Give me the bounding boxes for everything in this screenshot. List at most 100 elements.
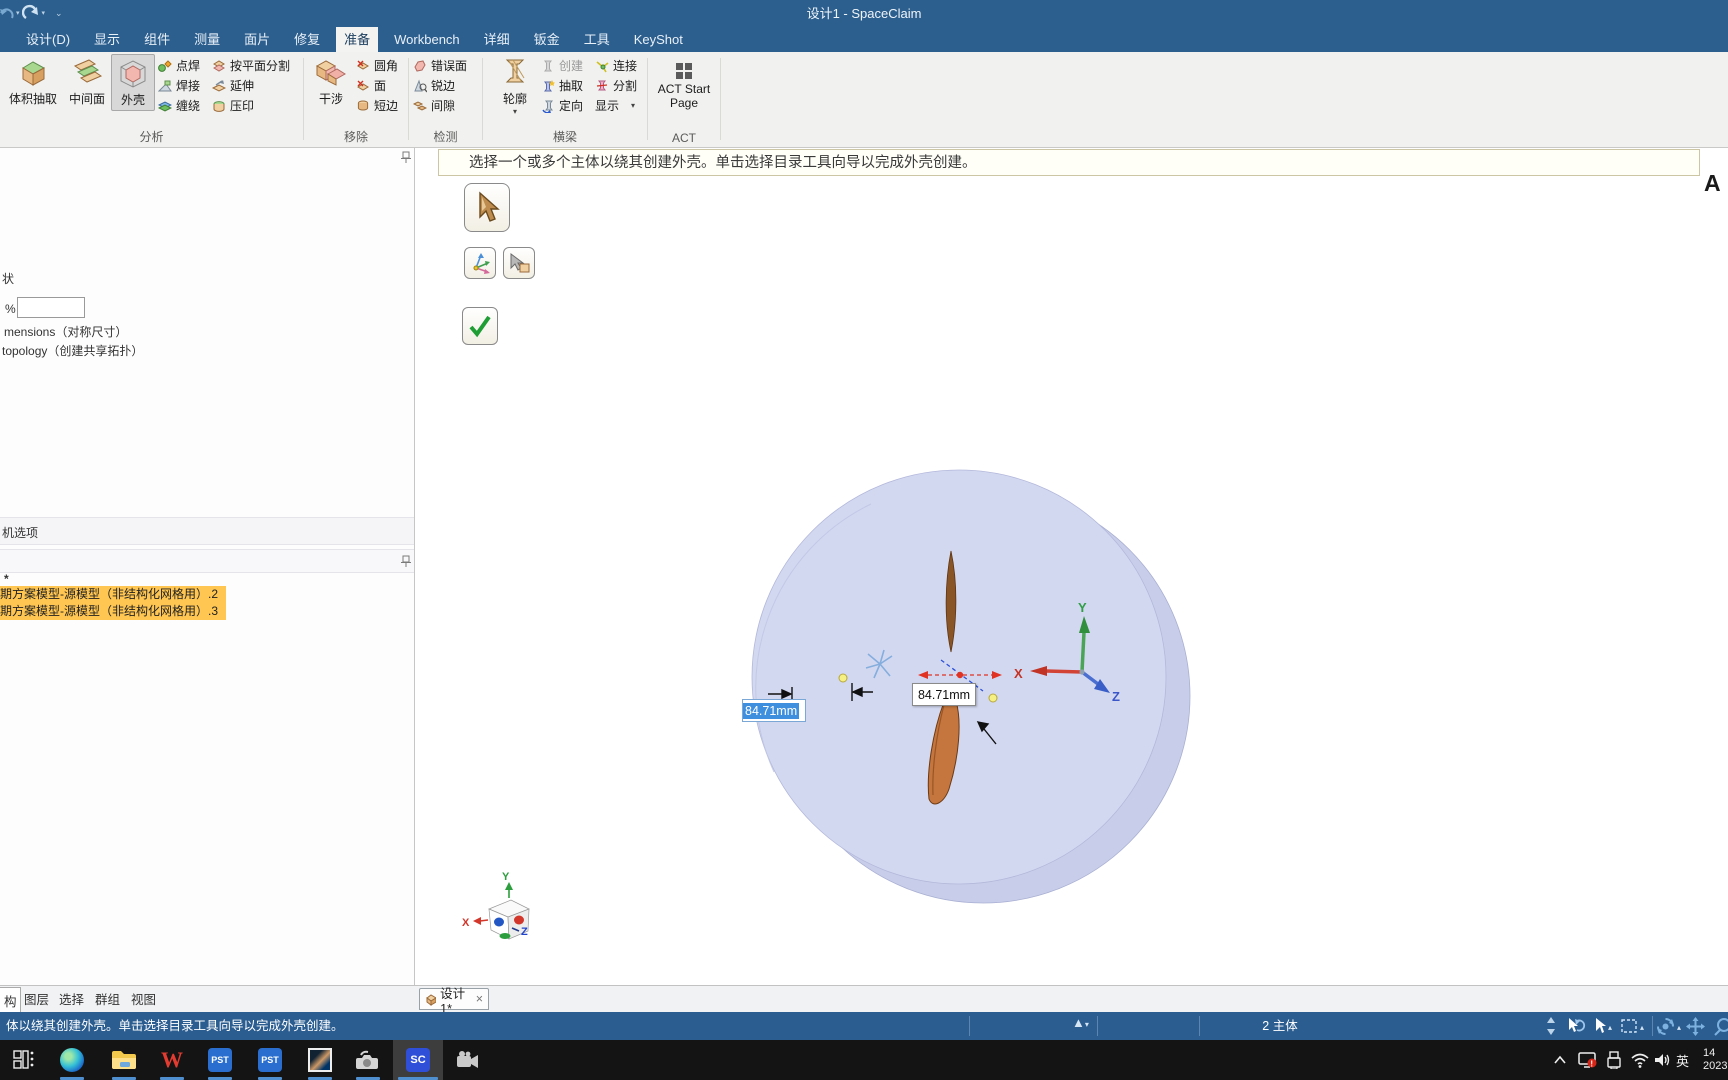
options-section-header-strip: 机选项 [0, 517, 414, 545]
scene-3d[interactable]: Y X Z Y X Z [416, 148, 1728, 985]
option-symmetric-dimensions[interactable]: mensions（对称尺寸） [4, 323, 127, 340]
shell-button[interactable]: 外壳 [111, 54, 155, 111]
status-bar: 体以绕其创建外壳。单击选择目录工具向导以完成外壳创建。 ▲▾ 2 主体 ▴ ▴ … [0, 1012, 1728, 1040]
tab-repair[interactable]: 修复 [286, 27, 328, 52]
orbit-dropdown-icon[interactable]: ▴ [1677, 1023, 1681, 1032]
spot-weld-button[interactable]: 点焊 [158, 57, 200, 74]
interference-button[interactable]: 干涉 [308, 56, 354, 107]
tab-workbench[interactable]: Workbench [386, 27, 468, 52]
taskbar-camcorder-icon[interactable] [448, 1040, 488, 1080]
highlighted-row-1[interactable]: 期方案模型-源模型（非结构化网格用）.2 [0, 586, 226, 603]
tab-prepare[interactable]: 准备 [336, 27, 379, 52]
imprint-button[interactable]: 压印 [212, 97, 290, 114]
tray-volume-icon[interactable] [1654, 1040, 1672, 1080]
beam-display-button[interactable]: 显示 ▾ [595, 97, 637, 114]
tab-tools[interactable]: 工具 [576, 27, 618, 52]
taskbar-edge-icon[interactable] [52, 1040, 92, 1080]
volume-extract-button[interactable]: 体积抽取 [6, 56, 60, 107]
dimension-input[interactable]: 84.71mm [742, 699, 806, 722]
tray-usb-icon[interactable] [1606, 1040, 1622, 1080]
nav-cube[interactable]: Y X Z [462, 871, 530, 940]
remove-short-edge-icon [357, 100, 369, 110]
snap-point-left [838, 673, 848, 683]
box-select-dropdown-icon[interactable]: ▴ [1640, 1023, 1644, 1032]
tab-assembly[interactable]: 组件 [136, 27, 178, 52]
tab-detail[interactable]: 详细 [476, 27, 518, 52]
tab-facets[interactable]: 面片 [236, 27, 278, 52]
panel-pin-icon[interactable] [400, 151, 412, 164]
zoom-button[interactable] [1712, 1017, 1728, 1041]
triad-x-label: X [1014, 666, 1023, 681]
tray-chevron-icon[interactable] [1553, 1040, 1567, 1080]
taskbar-explorer-icon[interactable] [104, 1040, 144, 1080]
window-title: 设计1 - SpaceClaim [806, 6, 922, 21]
title-bar: ▾ ▾ ⌄ 设计1 - SpaceClaim [0, 0, 1728, 27]
tray-ime-indicator[interactable]: 英 [1676, 1040, 1689, 1080]
taskbar-pst-icon-2[interactable]: PST [250, 1040, 290, 1080]
beam-create-button: 创建 [541, 57, 583, 74]
percent-input[interactable] [17, 297, 85, 318]
beam-connect-button[interactable]: 连接 [595, 57, 637, 74]
remove-short-edge-button[interactable]: 短边 [356, 97, 398, 114]
taskbar-pst-icon-1[interactable]: PST [200, 1040, 240, 1080]
tab-sheetmetal[interactable]: 钣金 [526, 27, 568, 52]
midsurface-button[interactable]: 中间面 [62, 56, 112, 107]
status-message: 体以绕其创建外壳。单击选择目录工具向导以完成外壳创建。 [6, 1019, 344, 1033]
selection-info: 2 主体 [1262, 1019, 1298, 1033]
panel-tab-structure[interactable]: 构 [0, 987, 21, 1012]
panel-tab-views[interactable]: 视图 [131, 989, 156, 1008]
act-start-page-button[interactable]: ACT Start Page [652, 62, 716, 110]
ribbon-group-analysis: 体积抽取 中间面 外壳 点焊 焊接 缠绕 按平面分割 延伸 压印 分析 [0, 52, 303, 147]
pan-button[interactable] [1686, 1017, 1705, 1041]
imprint-icon [213, 100, 225, 112]
box-select-button[interactable] [1620, 1017, 1638, 1040]
error-face-button[interactable]: 错误面 [413, 57, 467, 74]
tray-clock[interactable]: 14 2023 [1703, 1040, 1728, 1080]
tab-display[interactable]: 显示 [86, 27, 128, 52]
beam-profile-button[interactable]: 轮廓 ▾ [493, 56, 537, 116]
tray-wifi-icon[interactable] [1630, 1040, 1650, 1080]
gap-icon [413, 100, 427, 111]
beam-orient-button[interactable]: 定向 [541, 97, 583, 114]
weld-button[interactable]: 焊接 [158, 77, 200, 94]
document-tab-close-icon[interactable]: × [476, 992, 483, 1006]
panel-tab-groups[interactable]: 群组 [95, 989, 120, 1008]
orbit-button[interactable] [1656, 1017, 1675, 1041]
select-mode-dropdown-icon[interactable]: ▴ [1608, 1023, 1612, 1032]
section-marker-button[interactable]: ▲▾ [1072, 1015, 1089, 1030]
panel-pin-icon-2[interactable] [400, 555, 412, 568]
tab-design[interactable]: 设计(D) [18, 27, 78, 52]
start-button[interactable] [3, 1040, 43, 1080]
beam-split-button[interactable]: 分割 [595, 77, 637, 94]
select-mode-button[interactable] [1592, 1017, 1606, 1040]
remove-small-col: 圆角 面 短边 [356, 57, 398, 114]
select-previous-button[interactable] [1564, 1017, 1586, 1040]
extend-button[interactable]: 延伸 [212, 77, 290, 94]
tab-measure[interactable]: 测量 [186, 27, 228, 52]
highlighted-row-2[interactable]: 期方案模型-源模型（非结构化网格用）.3 [0, 603, 226, 620]
taskbar-photos-icon[interactable] [300, 1040, 340, 1080]
tab-keyshot[interactable]: KeyShot [626, 27, 691, 52]
beam-display-dropdown-icon[interactable]: ▾ [631, 101, 635, 110]
wrap-button[interactable]: 缠绕 [158, 97, 200, 114]
volume-extract-icon [22, 61, 46, 86]
spin-buttons[interactable] [1546, 1016, 1556, 1041]
option-share-topology[interactable]: topology（创建共享拓扑） [2, 342, 143, 359]
model-viewport[interactable]: 选择一个或多个主体以绕其创建外壳。单击选择目录工具向导以完成外壳创建。 A Y … [416, 148, 1728, 985]
remove-fillet-button[interactable]: 圆角 [356, 57, 398, 74]
sharp-edge-button[interactable]: 锐边 [413, 77, 467, 94]
beam-extract-button[interactable]: 抽取 [541, 77, 583, 94]
panel-tab-selection[interactable]: 选择 [59, 989, 84, 1008]
taskbar-camera-icon[interactable] [348, 1040, 388, 1080]
nav-cube-z-label: Z [521, 926, 528, 938]
beam-profile-dropdown-icon[interactable]: ▾ [493, 107, 537, 116]
taskbar-wps-icon[interactable]: W [152, 1040, 192, 1080]
split-by-plane-button[interactable]: 按平面分割 [212, 57, 290, 74]
taskbar-spaceclaim-icon[interactable]: SC [393, 1040, 443, 1080]
document-tab[interactable]: 设计1* × [419, 987, 489, 1016]
group-label-beam: 横梁 [552, 130, 577, 144]
remove-face-button[interactable]: 面 [356, 77, 398, 94]
gap-button[interactable]: 间隙 [413, 97, 467, 114]
panel-tab-layers[interactable]: 图层 [24, 989, 49, 1008]
tray-display-icon[interactable]: ! [1578, 1040, 1598, 1080]
